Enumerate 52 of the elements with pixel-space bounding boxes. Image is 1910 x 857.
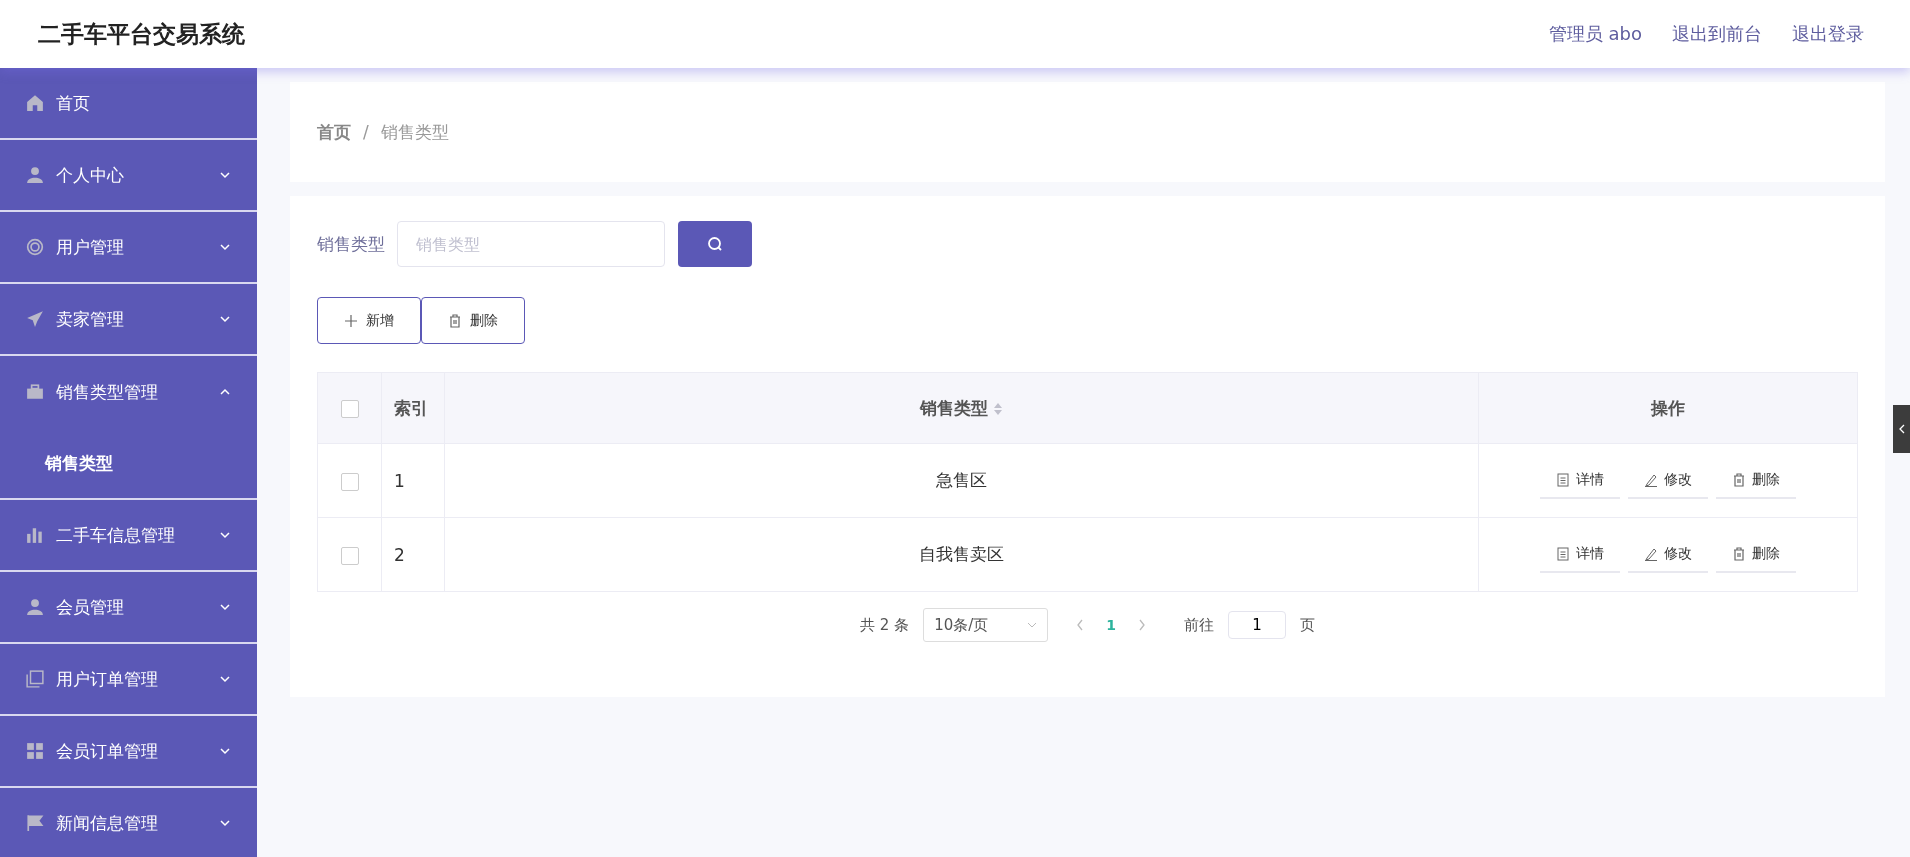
checkbox[interactable] (340, 472, 359, 491)
column-header: 操作 (1478, 372, 1858, 444)
add-button[interactable]: 新增 (317, 297, 421, 344)
previous-page-icon[interactable] (1076, 619, 1085, 631)
checkbox[interactable] (340, 546, 359, 565)
total-count: 共 2 条 (860, 615, 910, 635)
search-field[interactable]: 销售类型 (397, 221, 665, 267)
search-button[interactable] (678, 221, 752, 267)
search-label: 销售类型 (317, 232, 385, 256)
header-link[interactable]: 管理员 abo (1548, 22, 1642, 46)
trash-icon (1732, 472, 1746, 487)
page-unit-label: 页 (1299, 615, 1315, 635)
paper-plane-icon (26, 310, 44, 328)
person-icon (26, 598, 44, 616)
page-input[interactable]: 1 (1227, 611, 1286, 639)
grid-icon (26, 742, 44, 760)
side-panel-toggle[interactable] (1893, 405, 1910, 453)
breadcrumb-link[interactable]: 首页 (317, 120, 351, 144)
sort-icon (993, 401, 1004, 416)
app-title: 二手车平台交易系统 (38, 19, 245, 49)
trash-icon (1732, 546, 1746, 561)
copy-icon (26, 670, 44, 688)
table-cell: 自我售卖区 (444, 517, 1479, 592)
table-cell: 2 (381, 517, 445, 592)
header-link[interactable]: 退出登录 (1792, 22, 1864, 46)
column-header[interactable]: 销售类型 (444, 372, 1479, 444)
pencil-icon (1644, 546, 1658, 561)
breadcrumb-separator: / (363, 122, 369, 142)
delete-button[interactable]: 删除 (421, 297, 525, 344)
checkbox[interactable] (340, 400, 359, 418)
column-header: 索引 (381, 372, 445, 444)
trash-icon (448, 313, 462, 328)
ring-icon (26, 238, 44, 256)
home-icon (26, 94, 44, 112)
page-size-select[interactable]: 10条/页 (923, 608, 1049, 642)
table-cell: 急售区 (444, 443, 1479, 518)
breadcrumb-current: 销售类型 (380, 120, 449, 144)
person-icon (26, 166, 44, 184)
document-icon (1556, 546, 1570, 561)
plus-icon (344, 313, 358, 328)
flag-icon (26, 814, 44, 832)
search-icon (707, 236, 723, 252)
briefcase-icon (26, 383, 44, 401)
goto-label: 前往 (1183, 615, 1214, 635)
next-page-icon[interactable] (1137, 619, 1146, 631)
table-cell: 1 (381, 443, 445, 518)
bar-chart-icon (26, 526, 44, 544)
chevron-left-icon (1897, 424, 1906, 434)
header-link[interactable]: 退出到前台 (1672, 22, 1762, 46)
pencil-icon (1644, 472, 1658, 487)
chevron-down-icon (1027, 622, 1038, 628)
document-icon (1556, 472, 1570, 487)
